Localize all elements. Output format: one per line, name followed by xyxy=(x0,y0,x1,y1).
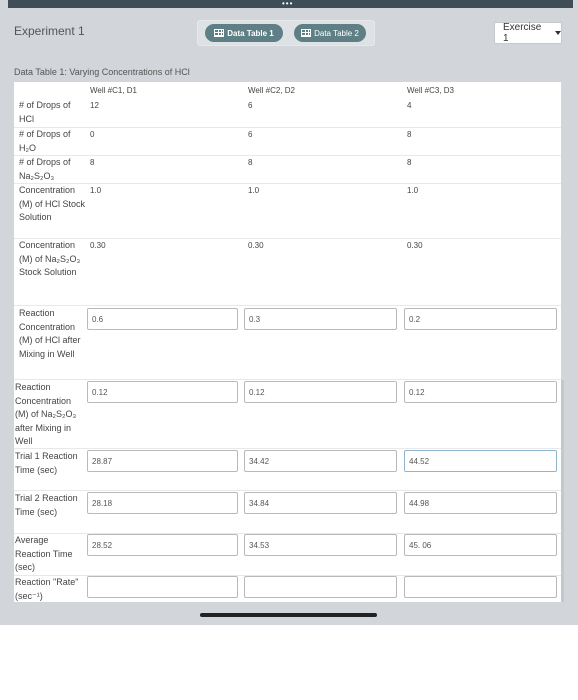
cell: 8 xyxy=(248,158,253,167)
tab-data-table-2[interactable]: Data Table 2 xyxy=(294,24,366,42)
header: Experiment 1 Data Table 1 Data Table 2 E… xyxy=(0,8,578,54)
input-average-c3[interactable]: 45. 06 xyxy=(404,534,557,556)
row-divider xyxy=(14,305,561,306)
column-header-2: Well #C2, D2 xyxy=(248,86,295,95)
input-trial1-c3[interactable]: 44.52 xyxy=(404,450,557,472)
cell: 8 xyxy=(407,158,412,167)
cell: 1.0 xyxy=(90,186,102,195)
home-indicator xyxy=(200,613,377,617)
row-divider xyxy=(14,127,561,128)
row-label-hcl-stock: Concentration (M) of HCl Stock Solution xyxy=(19,185,86,222)
cell: 8 xyxy=(90,158,95,167)
cell: 1.0 xyxy=(407,186,419,195)
exercise-dropdown[interactable]: Exercise 1 xyxy=(494,22,562,44)
tab-group: Data Table 1 Data Table 2 xyxy=(197,20,375,46)
tab-label: Data Table 1 xyxy=(227,28,274,38)
input-trial2-c2[interactable]: 34.84 xyxy=(244,492,397,514)
scrollbar[interactable] xyxy=(561,380,564,602)
row-label-drops-hcl: # of Drops of HCl xyxy=(19,100,71,124)
row-label-trial-1: Trial 1 Reaction Time (sec) xyxy=(15,451,78,475)
drag-handle-icon[interactable]: ••• xyxy=(282,0,293,8)
input-average-c1[interactable]: 28.52 xyxy=(87,534,238,556)
input-hcl-conc-c1[interactable]: 0.6 xyxy=(87,308,238,330)
row-label-drops-h2o: # of Drops of H₂O xyxy=(19,129,71,153)
cell: 12 xyxy=(90,101,99,110)
table-icon xyxy=(301,29,312,37)
row-label-drops-na2s2o3: # of Drops of Na₂S₂O₃ xyxy=(19,157,71,181)
cell: 6 xyxy=(248,101,253,110)
column-header-1: Well #C1, D1 xyxy=(90,86,137,95)
row-divider xyxy=(14,183,561,184)
input-na2s2o3-conc-c1[interactable]: 0.12 xyxy=(87,381,238,403)
experiment-title: Experiment 1 xyxy=(14,24,85,38)
cell: 1.0 xyxy=(248,186,260,195)
input-rate-c2[interactable] xyxy=(244,576,397,598)
input-na2s2o3-conc-c2[interactable]: 0.12 xyxy=(244,381,397,403)
row-label-na2s2o3-reaction-conc: Reaction Concentration (M) of Na₂S₂O₃ af… xyxy=(15,382,77,446)
row-divider xyxy=(14,448,561,449)
cell: 0.30 xyxy=(248,241,264,250)
data-table: Well #C1, D1 Well #C2, D2 Well #C3, D3 #… xyxy=(14,82,561,602)
row-label-hcl-reaction-conc: Reaction Concentration (M) of HCl after … xyxy=(19,308,81,359)
cell: 0.30 xyxy=(90,241,106,250)
input-trial1-c2[interactable]: 34.42 xyxy=(244,450,397,472)
tab-data-table-1[interactable]: Data Table 1 xyxy=(205,24,283,42)
input-trial1-c1[interactable]: 28.87 xyxy=(87,450,238,472)
tab-label: Data Table 2 xyxy=(314,28,359,38)
input-rate-c1[interactable] xyxy=(87,576,238,598)
exercise-dropdown-value: Exercise 1 xyxy=(503,22,542,44)
cell: 4 xyxy=(407,101,412,110)
chevron-down-icon xyxy=(555,31,561,35)
row-label-average: Average Reaction Time (sec) xyxy=(15,535,73,572)
cell: 0 xyxy=(90,130,95,139)
input-hcl-conc-c2[interactable]: 0.3 xyxy=(244,308,397,330)
cell: 6 xyxy=(248,130,253,139)
cell: 8 xyxy=(407,130,412,139)
row-divider xyxy=(14,490,561,491)
row-label-trial-2: Trial 2 Reaction Time (sec) xyxy=(15,493,78,517)
table-icon xyxy=(214,29,225,37)
row-divider xyxy=(14,238,561,239)
input-rate-c3[interactable] xyxy=(404,576,557,598)
cell: 0.30 xyxy=(407,241,423,250)
row-divider xyxy=(14,379,561,380)
input-na2s2o3-conc-c3[interactable]: 0.12 xyxy=(404,381,557,403)
column-header-3: Well #C3, D3 xyxy=(407,86,454,95)
input-hcl-conc-c3[interactable]: 0.2 xyxy=(404,308,557,330)
table-title: Data Table 1: Varying Concentrations of … xyxy=(14,67,190,77)
row-label-rate: Reaction "Rate" (sec⁻¹) xyxy=(15,577,79,601)
row-divider xyxy=(14,155,561,156)
input-trial2-c1[interactable]: 28.18 xyxy=(87,492,238,514)
row-label-na2s2o3-stock: Concentration (M) of Na₂S₂O₃ Stock Solut… xyxy=(19,240,81,277)
input-trial2-c3[interactable]: 44.98 xyxy=(404,492,557,514)
input-average-c2[interactable]: 34.53 xyxy=(244,534,397,556)
app-screen: ••• Experiment 1 Data Table 1 Data Table… xyxy=(0,0,578,625)
